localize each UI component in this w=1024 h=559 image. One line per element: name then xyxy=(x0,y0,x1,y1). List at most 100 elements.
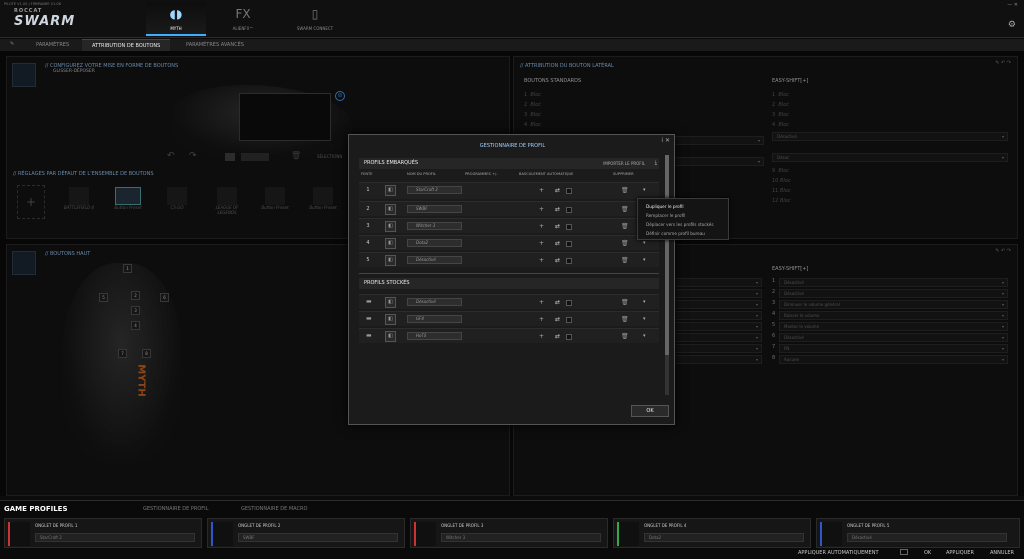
add-program-button[interactable]: + xyxy=(539,253,544,268)
slot-profile-select[interactable]: Witcher 3 xyxy=(441,533,601,542)
switch-icon[interactable]: ⇄ xyxy=(555,202,560,217)
profile-icon[interactable]: ◧ xyxy=(385,255,396,266)
profile-slot-5[interactable]: ONGLET DE PROFIL 5 Désactivé xyxy=(816,518,1020,548)
profile-row[interactable]: 1 ◧ StarCraft 2 + ⇄ 🗑 ▾ xyxy=(359,182,659,199)
slot-profile-select[interactable]: StarCraft 2 xyxy=(35,533,195,542)
auto-switch-checkbox[interactable] xyxy=(566,188,572,194)
profile-name-field[interactable]: Désactivé xyxy=(407,256,462,264)
delete-icon[interactable]: 🗑 xyxy=(621,236,629,251)
switch-icon[interactable]: ⇄ xyxy=(555,329,560,344)
chevron-down-icon[interactable]: ▾ xyxy=(643,183,646,198)
add-program-button[interactable]: + xyxy=(539,312,544,327)
profile-icon[interactable]: ◧ xyxy=(385,204,396,215)
tab-attribution[interactable]: ATTRIBUTION DE BOUTONS xyxy=(82,39,171,51)
profile-name-field[interactable]: SWBF xyxy=(407,205,462,213)
chevron-down-icon[interactable]: ▾ xyxy=(643,329,646,344)
switch-icon[interactable]: ⇄ xyxy=(555,183,560,198)
auto-switch-checkbox[interactable] xyxy=(566,258,572,264)
switch-icon[interactable]: ⇄ xyxy=(555,236,560,251)
delete-icon[interactable]: 🗑 xyxy=(621,295,629,310)
tab-parametres[interactable]: PARAMÈTRES xyxy=(26,39,79,51)
profile-row[interactable]: 4 ◧ Dota2 + ⇄ 🗑 ▾ xyxy=(359,235,659,250)
profile-icon[interactable]: ◧ xyxy=(385,185,396,196)
add-program-button[interactable]: + xyxy=(539,329,544,344)
auto-switch-checkbox[interactable] xyxy=(566,207,572,213)
scrollbar-thumb[interactable] xyxy=(665,155,669,355)
auto-switch-checkbox[interactable] xyxy=(566,224,572,230)
ok-footer-button[interactable]: OK xyxy=(924,550,931,556)
profile-row[interactable]: 5 ◧ Désactivé + ⇄ 🗑 ▾ xyxy=(359,252,659,267)
cancel-button[interactable]: ANNULER xyxy=(990,550,1014,556)
gear-icon[interactable]: ⚙ xyxy=(1008,20,1016,30)
add-program-button[interactable]: + xyxy=(539,202,544,217)
profile-slot-2[interactable]: ONGLET DE PROFIL 2 SWBF xyxy=(207,518,405,548)
profile-icon[interactable]: ◧ xyxy=(385,331,396,342)
section-title: PROFILS EMBARQUÉS xyxy=(364,160,419,166)
delete-icon[interactable]: 🗑 xyxy=(621,312,629,327)
apply-button[interactable]: APPLIQUER xyxy=(946,550,974,556)
tab-game-profiles[interactable]: GAME PROFILES xyxy=(4,502,68,516)
add-program-button[interactable]: + xyxy=(539,183,544,198)
stored-profile-row[interactable]: ▬ ◧ GF4 + ⇄ 🗑 ▾ xyxy=(359,311,659,326)
profile-name-field[interactable]: Désactivé xyxy=(407,298,462,306)
profile-slot-3[interactable]: ONGLET DE PROFIL 3 Witcher 3 xyxy=(410,518,608,548)
pencil-icon[interactable]: ✎ xyxy=(10,41,14,47)
auto-apply-toggle[interactable] xyxy=(900,549,908,555)
topnav-swarm-connect[interactable]: ▯ SWARM CONNECT xyxy=(285,2,345,36)
switch-icon[interactable]: ⇄ xyxy=(555,295,560,310)
tab-parametres-avances[interactable]: PARAMÈTRES AVANCÉS xyxy=(176,39,254,51)
add-program-button[interactable]: + xyxy=(539,236,544,251)
menu-item-duplicate[interactable]: Dupliquer le profil xyxy=(638,202,728,211)
profile-name-field[interactable]: Witcher 3 xyxy=(407,222,462,230)
delete-icon[interactable]: 🗑 xyxy=(621,219,629,234)
menu-item-move-stored[interactable]: Déplacer vers les profils stockés xyxy=(638,220,728,229)
auto-switch-checkbox[interactable] xyxy=(566,241,572,247)
switch-icon[interactable]: ⇄ xyxy=(555,219,560,234)
profile-icon[interactable]: ◧ xyxy=(385,297,396,308)
auto-switch-checkbox[interactable] xyxy=(566,334,572,340)
profile-manager-dialog: ⅰ ✕ GESTIONNAIRE DE PROFIL PROFILS EMBAR… xyxy=(348,134,675,425)
col-name: NOM DU PROFIL xyxy=(407,172,436,176)
delete-icon[interactable]: 🗑 xyxy=(621,202,629,217)
topnav-alienfx[interactable]: FX ALIENFX™ xyxy=(213,2,273,36)
import-profile-button[interactable]: IMPORTER LE PROFIL xyxy=(603,158,645,169)
tab-profile-manager[interactable]: GESTIONNAIRE DE PROFIL xyxy=(143,502,208,516)
menu-item-set-desktop[interactable]: Définir comme profil bureau xyxy=(638,229,728,238)
download-icon[interactable]: ⤓ xyxy=(655,158,657,169)
chevron-down-icon[interactable]: ▾ xyxy=(643,312,646,327)
profile-slot-4[interactable]: ONGLET DE PROFIL 4 Dota2 xyxy=(613,518,811,548)
profile-row[interactable]: 2 ◧ SWBF + ⇄ 🗑 ▾ xyxy=(359,201,659,216)
slot-profile-select[interactable]: Désactivé xyxy=(847,533,1007,542)
stored-profile-row[interactable]: ▬ ◧ Désactivé + ⇄ 🗑 ▾ xyxy=(359,294,659,309)
profile-name-field[interactable]: Dota2 xyxy=(407,239,462,247)
menu-item-replace[interactable]: Remplacer le profil xyxy=(638,211,728,220)
profile-row[interactable]: 3 ◧ Witcher 3 + ⇄ 🗑 ▾ xyxy=(359,218,659,233)
delete-icon[interactable]: 🗑 xyxy=(621,329,629,344)
profile-icon[interactable]: ◧ xyxy=(385,221,396,232)
auto-switch-checkbox[interactable] xyxy=(566,317,572,323)
slot-label: ONGLET DE PROFIL 4 xyxy=(644,523,687,528)
slot-profile-select[interactable]: Dota2 xyxy=(644,533,804,542)
chevron-down-icon[interactable]: ▾ xyxy=(643,253,646,268)
add-program-button[interactable]: + xyxy=(539,219,544,234)
profile-icon[interactable]: ◧ xyxy=(385,238,396,249)
chevron-down-icon[interactable]: ▾ xyxy=(643,295,646,310)
switch-icon[interactable]: ⇄ xyxy=(555,312,560,327)
switch-icon[interactable]: ⇄ xyxy=(555,253,560,268)
slot-profile-select[interactable]: SWBF xyxy=(238,533,398,542)
delete-icon[interactable]: 🗑 xyxy=(621,253,629,268)
ok-button[interactable]: OK xyxy=(631,405,669,417)
scrollbar[interactable] xyxy=(665,155,669,395)
tab-macro-manager[interactable]: GESTIONNAIRE DE MACRO xyxy=(241,502,307,516)
delete-icon[interactable]: 🗑 xyxy=(621,183,629,198)
add-program-button[interactable]: + xyxy=(539,295,544,310)
window-controls[interactable]: — ✕ xyxy=(1007,2,1018,8)
profile-slot-1[interactable]: ONGLET DE PROFIL 1 StarCraft 2 xyxy=(4,518,202,548)
stored-profile-row[interactable]: ▬ ◧ HoTS + ⇄ 🗑 ▾ xyxy=(359,328,659,343)
topnav-myth[interactable]: ◖◗ MYTH xyxy=(146,2,206,36)
profile-name-field[interactable]: GF4 xyxy=(407,315,462,323)
profile-name-field[interactable]: HoTS xyxy=(407,332,462,340)
profile-icon[interactable]: ◧ xyxy=(385,314,396,325)
profile-name-field[interactable]: StarCraft 2 xyxy=(407,186,462,194)
auto-switch-checkbox[interactable] xyxy=(566,300,572,306)
